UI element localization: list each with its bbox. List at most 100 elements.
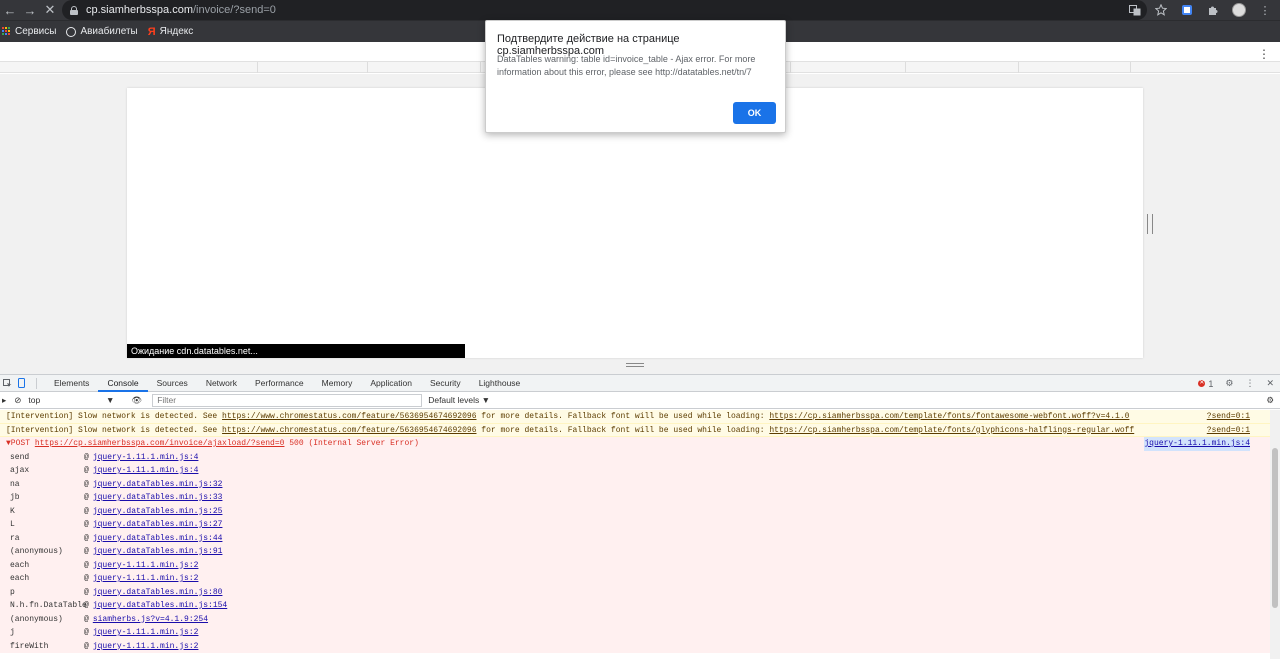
bookmark-yandex[interactable]: Я Яндекс [148, 26, 194, 38]
stack-location-link[interactable]: jquery-1.11.1.min.js:2 [93, 626, 199, 640]
inspect-element-icon[interactable] [0, 375, 14, 392]
stack-at-symbol: @ [84, 466, 89, 475]
forward-icon[interactable]: → [20, 0, 40, 20]
tab-elements[interactable]: Elements [45, 375, 98, 392]
error-icon: ✕ [1198, 380, 1206, 387]
tab-application[interactable]: Application [361, 375, 421, 392]
chrome-menu-icon[interactable]: ⋮ [1258, 3, 1272, 17]
stack-function: ajax [10, 466, 30, 475]
stack-function: L [10, 520, 15, 529]
stack-location-link[interactable]: jquery-1.11.1.min.js:4 [93, 464, 199, 478]
stack-at-symbol: @ [84, 506, 89, 516]
profile-avatar[interactable] [1232, 3, 1246, 17]
extensions-puzzle-icon[interactable] [1206, 3, 1220, 17]
tab-performance[interactable]: Performance [246, 375, 313, 392]
stack-at-symbol: @ [84, 560, 89, 570]
clear-console-icon[interactable]: ⊘ [14, 395, 21, 406]
warning-link[interactable]: https://www.chromestatus.com/feature/563… [222, 412, 476, 421]
tab-console[interactable]: Console [98, 375, 148, 392]
bookmark-label: Сервисы [15, 26, 57, 37]
console-error[interactable]: ▼POST https://cp.siamherbsspa.com/invoic… [0, 437, 1270, 451]
url-host: cp.siamherbsspa.com [86, 4, 193, 16]
source-link[interactable]: jquery-1.11.1.min.js:4 [1144, 437, 1250, 451]
live-expression-eye-icon[interactable]: 👁 [131, 395, 142, 406]
stack-row: (anonymous) @ siamherbs.js?v=4.1.9:254 [0, 613, 1270, 627]
stack-function: each [10, 574, 30, 583]
stack-row: K @ jquery.dataTables.min.js:25 [0, 505, 1270, 519]
stack-location-link[interactable]: jquery-1.11.1.min.js:2 [93, 572, 199, 586]
console-scrollbar[interactable] [1270, 410, 1280, 659]
stack-function: ra [10, 533, 20, 543]
bookmark-avia[interactable]: Авиабилеты [66, 26, 138, 37]
log-levels-dropdown[interactable]: Default levels ▼ [428, 395, 490, 405]
extension-icon-1[interactable] [1180, 3, 1194, 17]
error-count-badge[interactable]: ✕ 1 [1198, 379, 1213, 389]
url-path: /invoice/?send=0 [193, 4, 276, 16]
bookmark-services[interactable]: Сервисы [2, 26, 56, 37]
stack-row: j @ jquery-1.11.1.min.js:2 [0, 626, 1270, 640]
context-value: top [28, 395, 41, 405]
tab-sources[interactable]: Sources [148, 375, 197, 392]
splitter-handle[interactable] [1147, 214, 1153, 234]
source-link[interactable]: ?send=0:1 [1207, 424, 1250, 437]
stack-row: L @ jquery.dataTables.min.js:27 [0, 518, 1270, 532]
tab-security[interactable]: Security [421, 375, 470, 392]
ok-button[interactable]: OK [733, 102, 776, 124]
dropdown-arrow-icon: ▼ [105, 395, 115, 405]
stack-at-symbol: @ [84, 574, 89, 583]
stack-at-symbol: @ [84, 547, 89, 556]
stack-row: each @ jquery-1.11.1.min.js:2 [0, 572, 1270, 586]
error-method: ▼POST [6, 439, 35, 448]
stack-location-link[interactable]: jquery.dataTables.min.js:80 [93, 586, 223, 600]
stack-function: p [10, 587, 15, 597]
stack-location-link[interactable]: siamherbs.js?v=4.1.9:254 [93, 613, 208, 627]
translate-icon[interactable] [1128, 3, 1142, 17]
close-devtools-icon[interactable]: ✕ [1266, 378, 1274, 389]
settings-gear-icon[interactable]: ⚙ [1225, 378, 1233, 389]
stack-function: na [10, 479, 20, 489]
stack-location-link[interactable]: jquery-1.11.1.min.js:2 [93, 559, 199, 573]
warning-link[interactable]: https://www.chromestatus.com/feature/563… [222, 426, 476, 435]
stack-location-link[interactable]: jquery.dataTables.min.js:91 [93, 545, 223, 559]
stack-at-symbol: @ [84, 601, 89, 610]
stack-row: ajax @ jquery-1.11.1.min.js:4 [0, 464, 1270, 478]
stack-location-link[interactable]: jquery.dataTables.min.js:25 [93, 505, 223, 519]
stack-function: (anonymous) [10, 547, 63, 556]
context-select[interactable]: top ▼ [25, 394, 117, 407]
stack-function: jb [10, 493, 20, 502]
back-icon[interactable]: ← [0, 0, 20, 20]
warning-text: [Intervention] Slow network is detected.… [6, 412, 223, 421]
stack-at-symbol: @ [84, 587, 89, 597]
address-bar[interactable]: cp.siamherbsspa.com/invoice/?send=0 [62, 0, 1147, 20]
stack-location-link[interactable]: jquery.dataTables.min.js:154 [93, 599, 227, 613]
stack-location-link[interactable]: jquery.dataTables.min.js:44 [93, 532, 223, 546]
stack-row: ra @ jquery.dataTables.min.js:44 [0, 532, 1270, 546]
tab-memory[interactable]: Memory [313, 375, 362, 392]
source-link[interactable]: ?send=0:1 [1207, 410, 1250, 423]
warning-text: [Intervention] Slow network is detected.… [6, 425, 223, 435]
apps-grid-icon [2, 27, 11, 36]
font-link[interactable]: https://cp.siamherbsspa.com/template/fon… [769, 412, 1129, 421]
devtools-menu-icon[interactable]: ⋮ [1245, 378, 1254, 389]
scrollbar-thumb[interactable] [1272, 448, 1278, 608]
stack-location-link[interactable]: jquery.dataTables.min.js:32 [93, 478, 223, 492]
stack-location-link[interactable]: jquery.dataTables.min.js:33 [93, 491, 223, 505]
stop-icon[interactable]: ✕ [40, 0, 60, 20]
console-filter-input[interactable] [152, 393, 423, 407]
devtools-tabbar: Elements Console Sources Network Perform… [0, 375, 1280, 392]
stack-location-link[interactable]: jquery-1.11.1.min.js:4 [93, 451, 199, 465]
page-menu-icon[interactable]: ⋮ [1258, 47, 1270, 61]
console-settings-icon[interactable]: ⚙ [1266, 395, 1274, 406]
stack-location-link[interactable]: jquery.dataTables.min.js:27 [93, 518, 223, 532]
tab-lighthouse[interactable]: Lighthouse [470, 375, 530, 392]
error-url-link[interactable]: https://cp.siamherbsspa.com/invoice/ajax… [35, 439, 285, 448]
stack-location-link[interactable]: jquery-1.11.1.min.js:2 [93, 640, 199, 654]
devtools-resize-handle[interactable] [626, 363, 644, 367]
font-link[interactable]: https://cp.siamherbsspa.com/template/fon… [769, 426, 1134, 435]
tab-network[interactable]: Network [197, 375, 246, 392]
device-toolbar-icon[interactable] [14, 375, 28, 392]
stack-row: (anonymous) @ jquery.dataTables.min.js:91 [0, 545, 1270, 559]
stack-trace: send @ jquery-1.11.1.min.js:4 ajax @ jquery-1… [0, 450, 1270, 654]
bookmark-star-icon[interactable] [1154, 3, 1168, 17]
show-sidebar-icon[interactable]: ▸ [2, 395, 6, 406]
